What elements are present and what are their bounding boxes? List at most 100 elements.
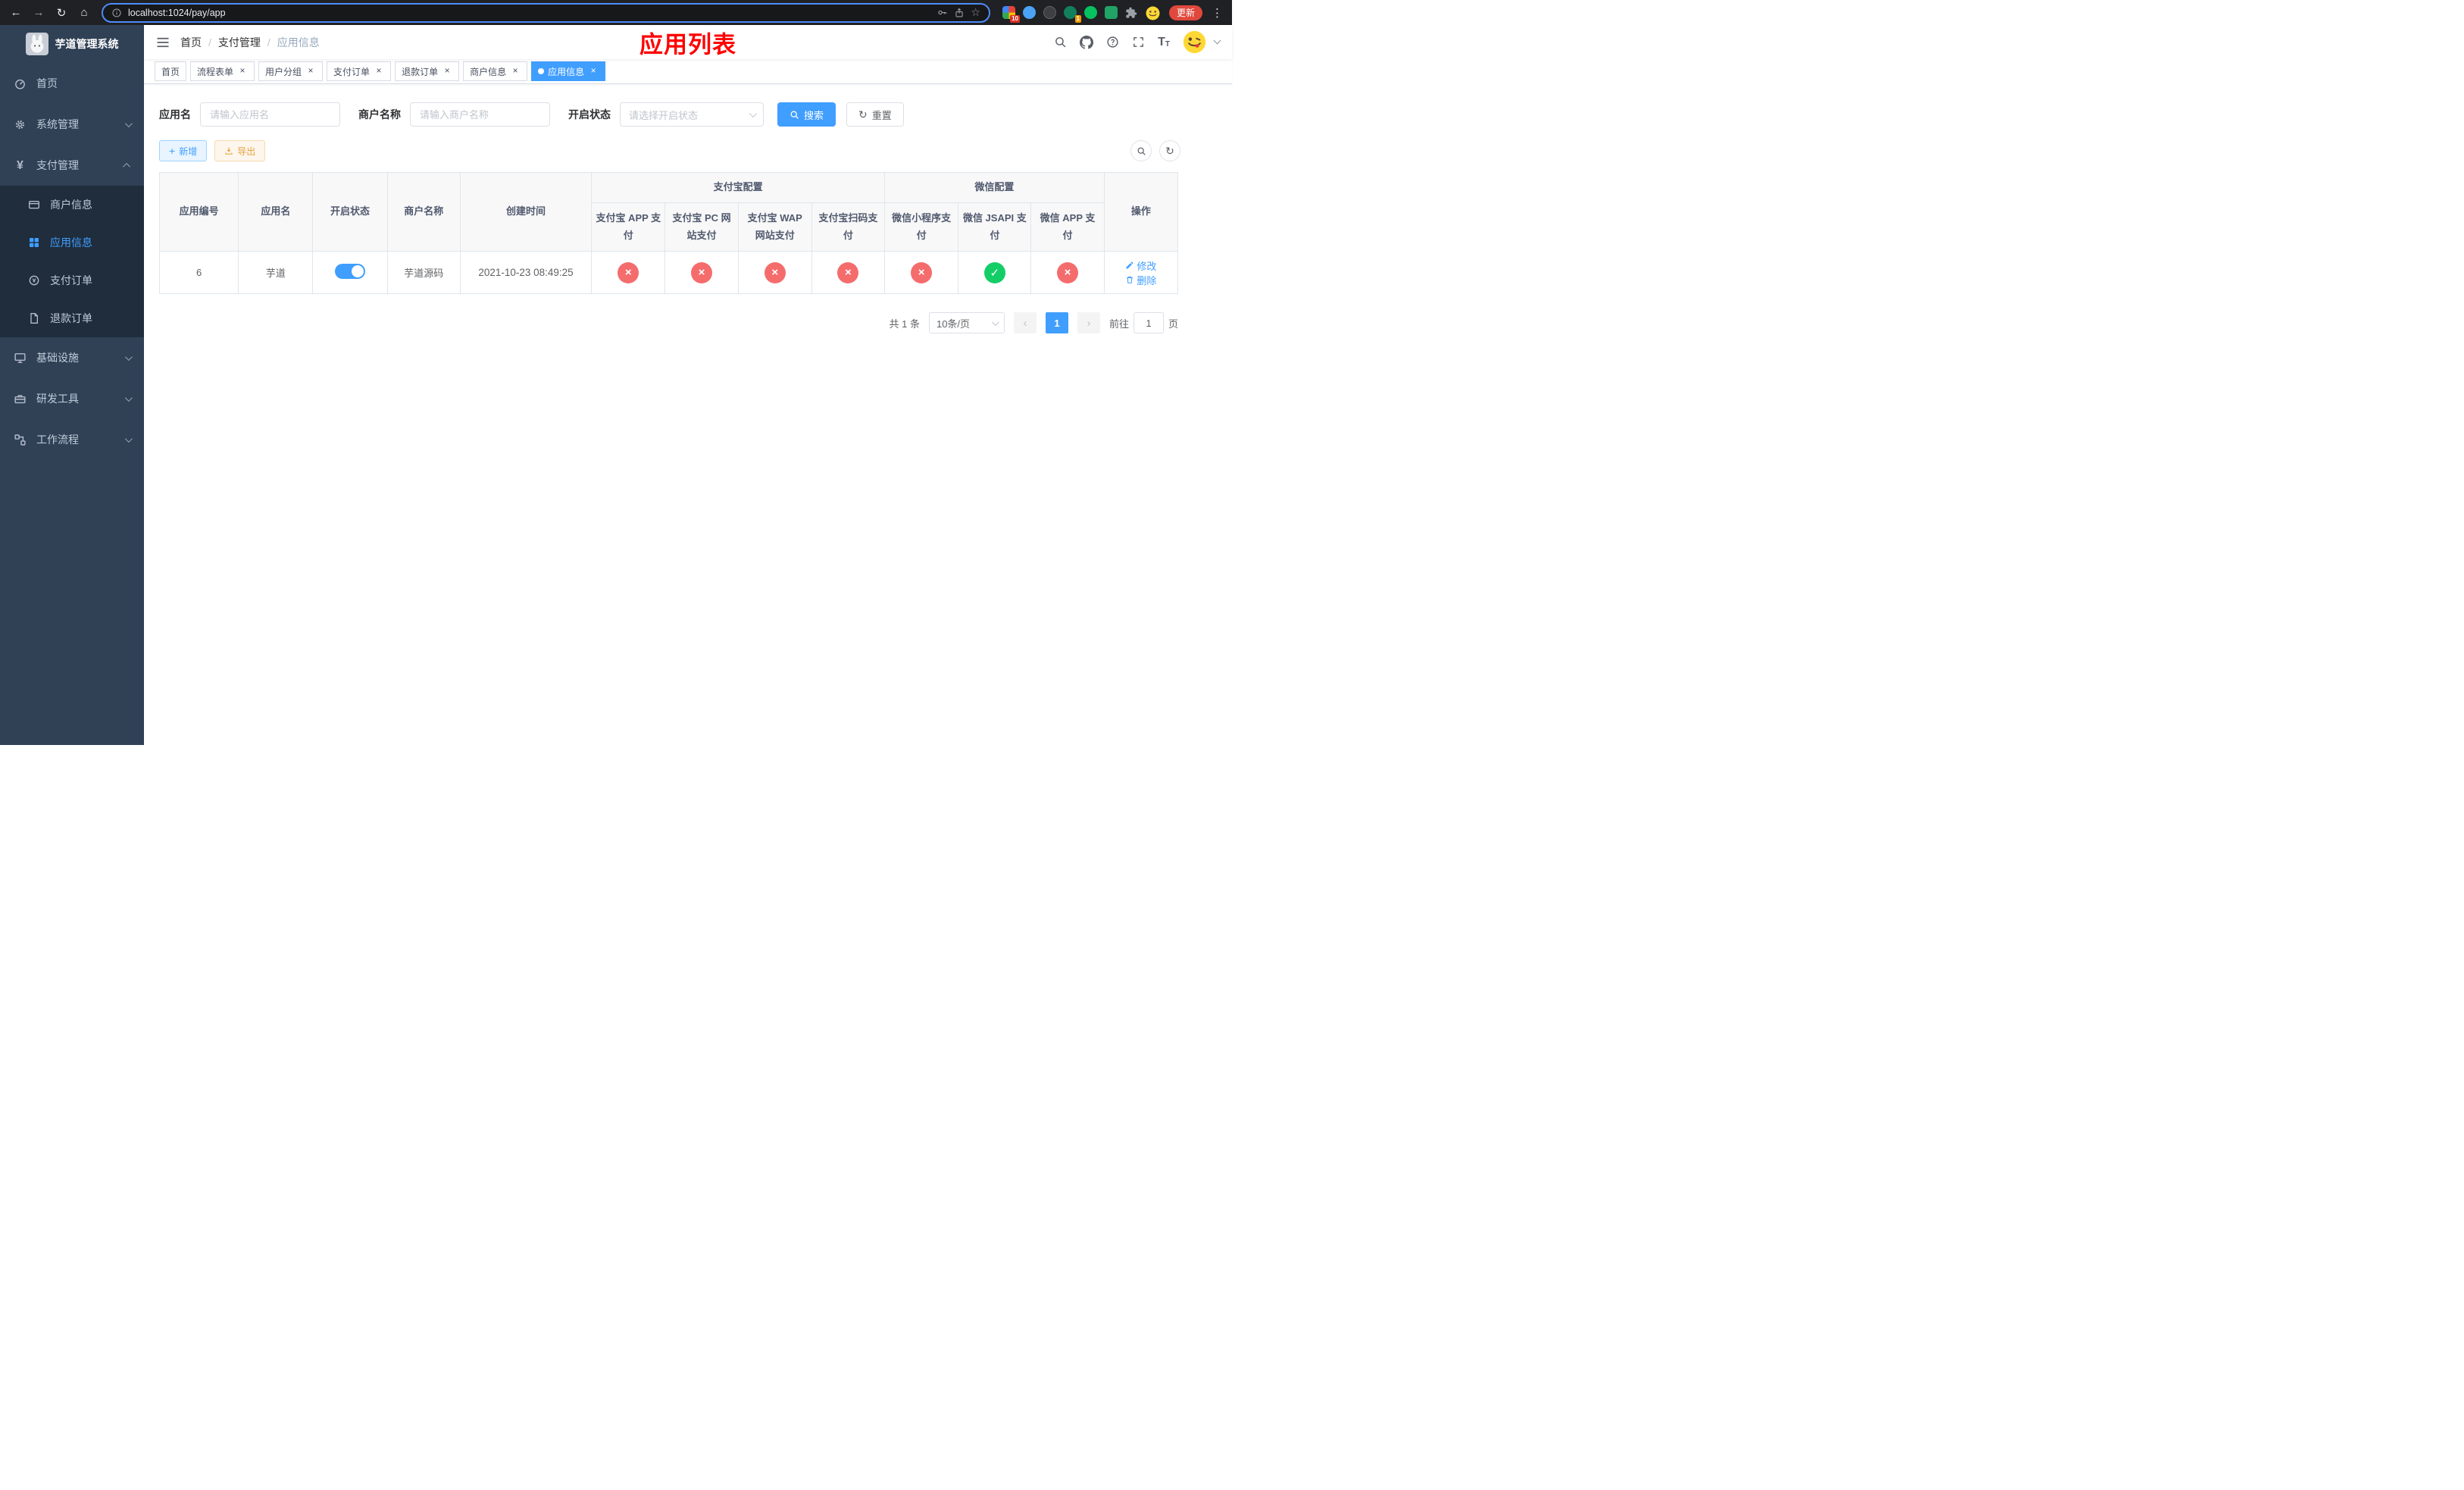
tab-label: 首页 [161,66,180,77]
user-avatar[interactable] [1183,30,1206,54]
group-wechat-config: 微信配置 [884,172,1105,203]
bookmark-star-icon[interactable]: ☆ [971,6,980,19]
reset-button[interactable]: ↻ 重置 [846,102,904,127]
sidebar-item-label: 首页 [36,77,58,89]
app-name-input[interactable] [200,102,340,127]
filter-form: 应用名 商户名称 开启状态 请选择开启状态 搜索 ↻ 重置 [159,102,1180,127]
col-actions: 操作 [1103,172,1179,252]
status-toggle[interactable] [335,264,366,279]
cell-created: 2021-10-23 08:49:25 [459,251,593,294]
tab-merchant-info[interactable]: 商户信息 × [463,61,528,81]
breadcrumb-home[interactable]: 首页 [180,35,202,50]
page-content: 应用名 商户名称 开启状态 请选择开启状态 搜索 ↻ 重置 [144,84,1232,745]
logo-image [25,33,48,55]
add-button[interactable]: + 新增 [159,140,208,161]
col-wechat-app: 微信 APP 支付 [1030,202,1105,252]
extension-wechat-icon[interactable] [1083,6,1097,19]
sidebar-item-workflow[interactable]: 工作流程 [0,419,144,460]
chevron-down-icon [124,352,133,361]
chevron-down-icon[interactable] [1213,36,1221,45]
info-icon[interactable] [111,8,122,18]
cell-actions: 修改 删除 [1103,251,1179,294]
close-icon[interactable]: × [374,66,384,77]
sidebar-item-infrastructure[interactable]: 基础设施 [0,337,144,378]
home-icon[interactable]: ⌂ [74,3,94,23]
tab-home[interactable]: 首页 [155,61,187,81]
sidebar-item-app-info[interactable]: 应用信息 [0,224,144,261]
font-size-icon[interactable]: TT [1158,36,1170,49]
breadcrumb-payment[interactable]: 支付管理 [218,35,261,50]
current-page-button[interactable]: 1 [1045,312,1068,333]
chevron-down-icon [749,109,757,117]
fullscreen-icon[interactable] [1132,36,1145,49]
github-icon[interactable] [1080,35,1094,49]
tab-refund-order[interactable]: 退款订单 × [395,61,460,81]
order-icon [27,274,40,287]
forward-icon[interactable]: → [29,3,48,23]
help-icon[interactable] [1106,36,1119,49]
close-icon[interactable]: × [305,66,316,77]
disabled-status-icon: × [911,261,933,283]
tabs-bar: 首页 流程表单 × 用户分组 × 支付订单 × 退款订单 × 商户信息 × 应用… [144,59,1232,84]
status-select-placeholder: 请选择开启状态 [629,109,699,121]
sidebar-item-payment-order[interactable]: 支付订单 [0,261,144,299]
sidebar-item-merchant-info[interactable]: 商户信息 [0,186,144,224]
extension-teal-icon[interactable]: 1 [1063,6,1081,23]
extension-pinwheel-icon[interactable]: 10 [1002,6,1020,23]
sidebar-item-system[interactable]: 系统管理 [0,104,144,145]
key-icon[interactable] [937,7,948,18]
toggle-search-icon[interactable] [1130,140,1152,161]
share-icon[interactable] [954,8,965,18]
refresh-table-icon[interactable]: ↻ [1159,140,1180,161]
cell-merchant: 芋道源码 [386,251,461,294]
payment-submenu: 商户信息 应用信息 支付订单 退款订单 [0,186,144,337]
tab-payment-order[interactable]: 支付订单 × [327,61,392,81]
address-bar[interactable]: localhost:1024/pay/app ☆ [102,2,990,23]
sidebar-item-label: 研发工具 [36,393,79,405]
yen-icon: ¥ [17,158,23,172]
tab-process-form[interactable]: 流程表单 × [190,61,255,81]
sidebar-item-refund-order[interactable]: 退款订单 [0,299,144,337]
document-icon [27,312,40,325]
close-icon[interactable]: × [510,66,521,77]
app-header: 首页 / 支付管理 / 应用信息 应用列表 T T [144,25,1232,59]
browser-update-button[interactable]: 更新 [1168,5,1202,20]
tab-user-group[interactable]: 用户分组 × [258,61,324,81]
reset-button-label: 重置 [871,109,892,121]
url-text[interactable]: localhost:1024/pay/app [128,8,930,18]
extension-note-icon[interactable] [1104,6,1118,19]
col-created: 创建时间 [459,172,593,252]
next-page-button[interactable]: › [1077,312,1100,333]
browser-menu-icon[interactable]: ⋮ [1209,6,1226,20]
reload-icon[interactable]: ↻ [52,3,71,23]
profile-avatar-icon[interactable] [1146,6,1160,20]
export-button[interactable]: 导出 [214,140,266,161]
merchant-name-input[interactable] [410,102,550,127]
col-app-id: 应用编号 [158,172,239,252]
extensions-puzzle-icon[interactable] [1125,6,1138,19]
extension-blue-icon[interactable] [1022,6,1036,19]
extension-dark-icon[interactable] [1043,6,1056,19]
sidebar-item-home[interactable]: 首页 [0,63,144,104]
close-icon[interactable]: × [588,66,599,77]
edit-button[interactable]: 修改 [1125,258,1156,273]
prev-page-button[interactable]: ‹ [1013,312,1037,333]
close-icon[interactable]: × [442,66,452,77]
page-size-select[interactable]: 10条/页 [928,312,1005,333]
sidebar-item-payment[interactable]: ¥ 支付管理 [0,145,144,186]
collapse-menu-icon[interactable] [156,36,170,49]
header-actions: TT [1054,30,1221,54]
status-select[interactable]: 请选择开启状态 [620,102,764,127]
tab-label: 应用信息 [548,66,585,77]
pagination-total: 共 1 条 [889,318,920,330]
delete-button[interactable]: 删除 [1125,273,1156,287]
tab-app-info[interactable]: 应用信息 × [531,61,606,81]
col-alipay-wap: 支付宝 WAP 网站支付 [737,202,812,252]
search-icon[interactable] [1054,36,1067,49]
close-icon[interactable]: × [237,66,248,77]
back-icon[interactable]: ← [6,3,26,23]
app-logo[interactable]: 芋道管理系统 [0,25,144,63]
sidebar-item-dev-tools[interactable]: 研发工具 [0,378,144,419]
search-button[interactable]: 搜索 [777,102,836,127]
goto-page-input[interactable] [1133,312,1164,333]
